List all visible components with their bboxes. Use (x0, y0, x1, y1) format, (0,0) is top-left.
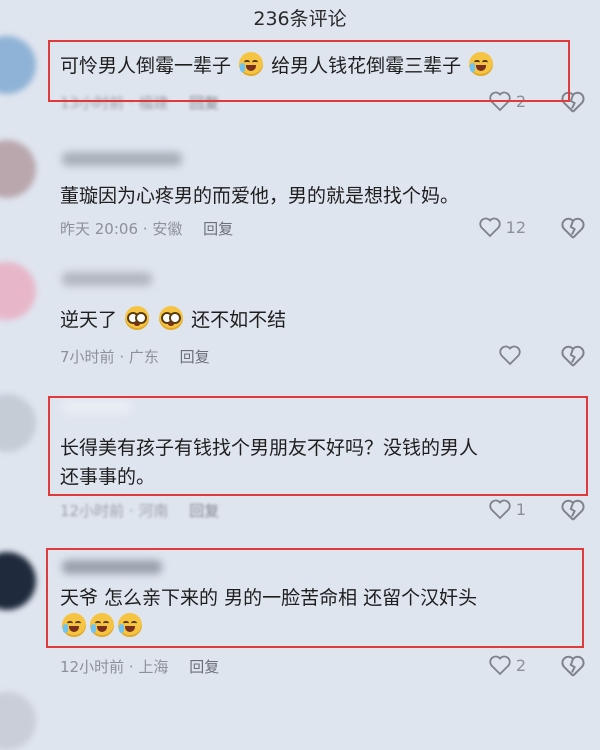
shocked-emoji-icon (159, 306, 184, 330)
reply-button[interactable]: 回复 (203, 220, 233, 238)
comment-location: 安徽 (152, 220, 183, 238)
dislike-broken-heart-icon[interactable] (560, 498, 586, 522)
dislike-broken-heart-icon[interactable] (560, 654, 586, 678)
comment-count-title: 236条评论 (253, 8, 347, 30)
comment-time: 12小时前 (60, 502, 125, 520)
highlight-box (48, 396, 588, 496)
like-button[interactable]: 12 (478, 216, 526, 238)
comment-time: 12小时前 (60, 658, 125, 676)
like-heart-icon (478, 217, 501, 238)
comment-text: 董璇因为心疼男的而爱他，男的就是想找个妈。 (60, 185, 460, 207)
reply-button[interactable]: 回复 (189, 658, 219, 676)
username-blurred (62, 152, 182, 166)
like-heart-icon (499, 345, 521, 366)
avatar[interactable] (0, 552, 36, 610)
like-heart-icon (489, 499, 511, 520)
reply-button[interactable]: 回复 (189, 502, 219, 520)
like-button[interactable] (498, 344, 526, 366)
like-button[interactable]: 1 (488, 498, 526, 520)
comment-text: 逆天了 还不如不结 (60, 306, 560, 335)
like-count: 1 (515, 499, 526, 519)
like-button[interactable]: 2 (488, 654, 526, 676)
like-count: 12 (505, 217, 526, 237)
comment-meta: 7小时前 · 广东 回复 (60, 348, 210, 366)
dislike-broken-heart-icon[interactable] (560, 344, 586, 368)
avatar[interactable] (0, 262, 36, 320)
dislike-broken-heart-icon[interactable] (560, 216, 586, 240)
comment-location: 上海 (138, 658, 169, 676)
comment-meta: 12小时前 · 河南 回复 (60, 502, 220, 520)
shocked-emoji-icon (125, 306, 150, 330)
comment-time: 7小时前 (60, 348, 115, 366)
avatar[interactable] (0, 140, 36, 198)
username-blurred (62, 272, 152, 286)
comment-text-part: 还不如不结 (191, 309, 287, 331)
comment-location: 河南 (138, 502, 169, 520)
highlight-box (46, 548, 584, 648)
like-heart-icon (489, 655, 511, 676)
highlight-box (48, 40, 570, 102)
like-count: 2 (515, 655, 526, 675)
comment-meta: 12小时前 · 上海 回复 (60, 658, 220, 676)
avatar[interactable] (0, 394, 36, 452)
comment-time: 昨天 20:06 (60, 220, 138, 238)
comment-text-part: 逆天了 (60, 309, 118, 331)
avatar[interactable] (0, 692, 36, 750)
avatar[interactable] (0, 36, 36, 94)
comment-meta: 昨天 20:06 · 安徽 回复 (60, 220, 234, 238)
comment-location: 广东 (128, 348, 159, 366)
reply-button[interactable]: 回复 (180, 348, 210, 366)
